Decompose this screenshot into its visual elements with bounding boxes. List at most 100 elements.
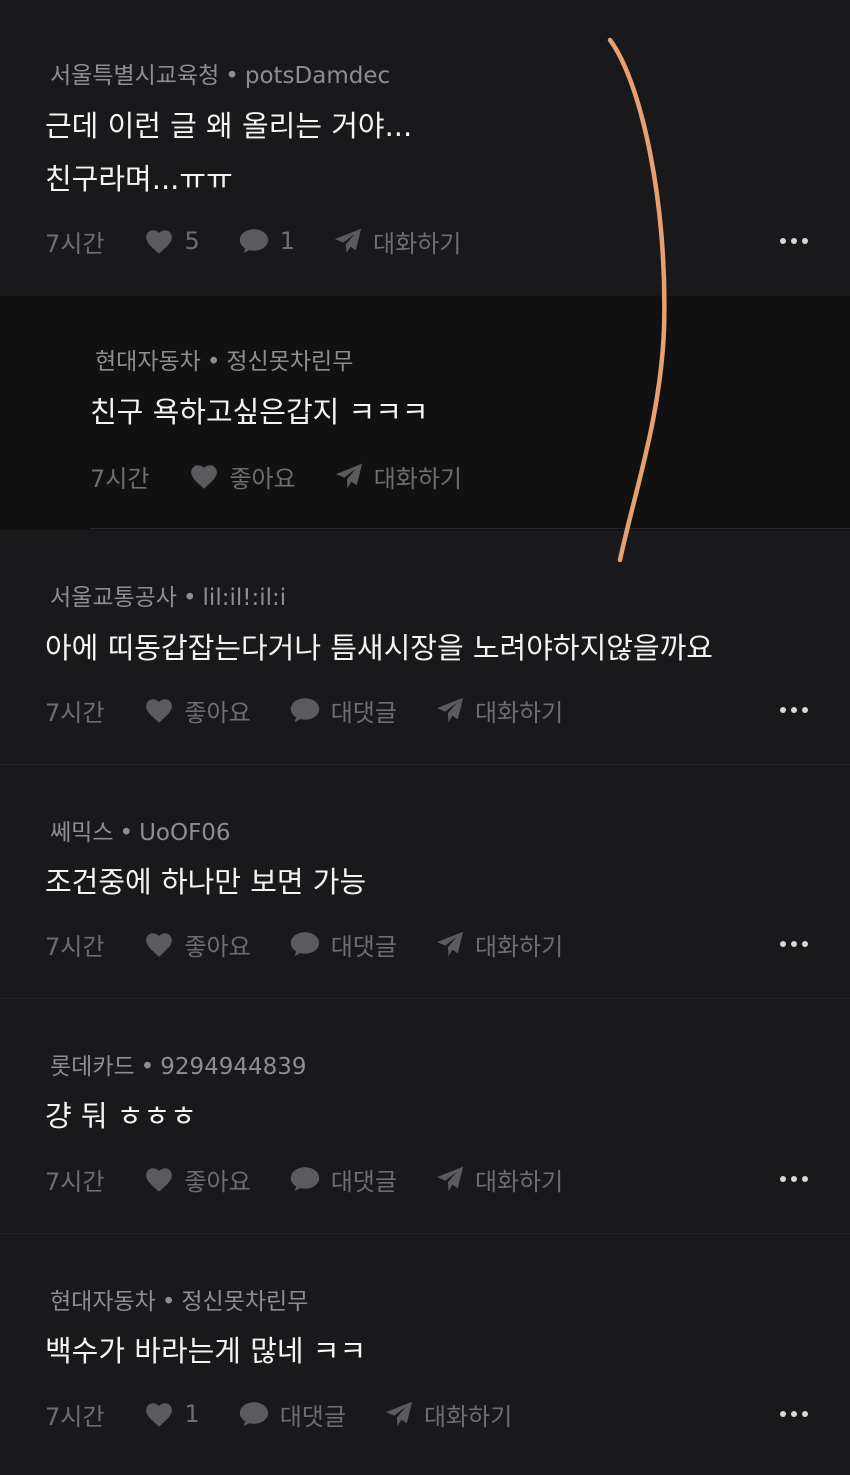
more-options-button[interactable]	[780, 221, 808, 261]
author-company: 서울교통공사	[50, 585, 177, 611]
comment-time: 7시간	[45, 1167, 105, 1196]
more-options-button[interactable]	[780, 690, 808, 730]
reply-count: 대댓글	[330, 698, 397, 727]
comment-card: 쎄믹스 • UoOF06 조건중에 하나만 보면 가능 7시간 좋아요 대댓글 대화…	[0, 765, 850, 998]
more-dot	[780, 941, 786, 947]
author-company: 쎄믹스	[50, 820, 114, 846]
reply-count: 대댓글	[330, 1167, 397, 1196]
author-nickname: potsDamdec	[244, 63, 391, 89]
separator-dot: •	[140, 1054, 155, 1080]
like-button[interactable]: 5	[144, 227, 200, 255]
send-icon	[436, 697, 464, 723]
chat-button[interactable]: 대화하기	[435, 927, 563, 962]
reply-divider	[90, 528, 850, 529]
heart-icon	[146, 1402, 173, 1427]
more-dot	[791, 238, 797, 244]
reply-button[interactable]: 대댓글	[289, 927, 397, 962]
chat-label: 대화하기	[373, 229, 462, 258]
comment-actions: 7시간 좋아요 대댓글 대화하기	[45, 924, 601, 964]
heart-icon	[146, 698, 173, 723]
chat-label: 대화하기	[474, 1167, 564, 1196]
chat-button[interactable]: 대화하기	[435, 1162, 563, 1197]
like-count: 좋아요	[184, 698, 251, 727]
comment-text-line: 근데 이런 글 왜 올리는 거야...	[45, 109, 413, 143]
separator-dot: •	[182, 585, 197, 611]
comment-actions: 7시간 좋아요 대화하기	[90, 456, 500, 496]
speech-bubble-icon	[239, 229, 268, 254]
send-icon	[385, 1401, 413, 1427]
chat-button[interactable]: 대화하기	[435, 693, 563, 728]
comment-actions: 7시간 좋아요 대댓글 대화하기	[45, 1159, 601, 1199]
like-button[interactable]: 좋아요	[144, 1162, 251, 1197]
speech-bubble-icon	[239, 1402, 268, 1427]
like-button[interactable]: 좋아요	[189, 459, 296, 494]
more-dot	[791, 707, 797, 713]
author-company: 서울특별시교육청	[50, 63, 220, 89]
more-dot	[802, 1176, 808, 1182]
author-nickname: lil:il!:il:i	[202, 585, 287, 611]
reply-button[interactable]: 대댓글	[238, 1397, 346, 1432]
comment-author[interactable]: 현대자동차 • 정신못차린무	[50, 1282, 308, 1316]
like-count: 1	[184, 1400, 200, 1428]
reply-button[interactable]: 대댓글	[289, 1162, 397, 1197]
reply-button[interactable]: 대댓글	[289, 693, 397, 728]
comment-author[interactable]: 롯데카드 • 9294944839	[50, 1047, 307, 1081]
more-dot	[791, 1176, 797, 1182]
author-nickname: 정신못차린무	[226, 349, 354, 375]
more-dot	[780, 1176, 786, 1182]
more-options-button[interactable]	[780, 924, 808, 964]
send-icon	[436, 1166, 464, 1192]
separator-dot: •	[161, 1289, 176, 1315]
speech-bubble-icon	[290, 932, 319, 957]
send-icon	[335, 463, 362, 489]
like-count: 좋아요	[184, 932, 251, 961]
comment-card: 서울교통공사 • lil:il!:il:i 아에 띠동갑잡는다거나 틈새시장을 노려…	[0, 530, 850, 764]
comment-actions: 7시간 5 1 대화하기	[45, 221, 499, 261]
more-options-button[interactable]	[780, 1159, 808, 1199]
chat-button[interactable]: 대화하기	[334, 459, 462, 494]
more-dot	[802, 941, 808, 947]
send-icon	[436, 931, 464, 957]
more-dot	[791, 1411, 797, 1417]
reply-card: 현대자동차 • 정신못차린무 친구 욕하고싶은갑지 ㅋㅋㅋ 7시간 좋아요 대화하기	[0, 296, 850, 530]
chat-button[interactable]: 대화하기	[333, 224, 461, 259]
more-dot	[802, 238, 808, 244]
separator-dot: •	[225, 63, 239, 89]
comment-text-line: 아에 띠동갑잡는다거나 틈새시장을 노려야하지않을까요	[45, 631, 713, 665]
chat-label: 대화하기	[474, 698, 564, 727]
chat-label: 대화하기	[423, 1402, 513, 1431]
comment-author[interactable]: 쎄믹스 • UoOF06	[50, 813, 231, 847]
comment-author[interactable]: 현대자동차 • 정신못차린무	[95, 342, 353, 376]
comment-author[interactable]: 서울교통공사 • lil:il!:il:i	[50, 578, 286, 612]
reply-count: 1	[279, 227, 295, 255]
like-button[interactable]: 좋아요	[144, 693, 251, 728]
like-button[interactable]: 좋아요	[144, 927, 251, 962]
like-count: 5	[184, 227, 200, 255]
comment-card: 롯데카드 • 9294944839 걍 둬 ㅎㅎㅎ 7시간 좋아요 대댓글 대화하기	[0, 999, 850, 1233]
comment-actions: 7시간 1 대댓글 대화하기	[45, 1394, 550, 1434]
author-company: 롯데카드	[50, 1054, 135, 1080]
heart-icon	[146, 1167, 173, 1192]
more-dot	[780, 1411, 786, 1417]
more-dot	[791, 941, 797, 947]
comment-text-line: 걍 둬 ㅎㅎㅎ	[45, 1099, 197, 1133]
comment-time: 7시간	[45, 932, 105, 961]
author-company: 현대자동차	[50, 1289, 156, 1315]
comment-text-line: 조건중에 하나만 보면 가능	[45, 865, 367, 899]
more-dot	[802, 707, 808, 713]
chat-button[interactable]: 대화하기	[384, 1397, 512, 1432]
heart-icon	[146, 932, 173, 957]
chat-label: 대화하기	[474, 932, 564, 961]
like-count: 좋아요	[184, 1167, 251, 1196]
comment-card: 서울특별시교육청 • potsDamdec 근데 이런 글 왜 올리는 거야... …	[0, 0, 850, 296]
like-button[interactable]: 1	[144, 1400, 200, 1428]
comment-text-line: 친구라며...ㅠㅠ	[45, 162, 233, 196]
author-nickname: 9294944839	[160, 1054, 307, 1080]
comment-author[interactable]: 서울특별시교육청 • potsDamdec	[50, 56, 390, 90]
send-icon	[334, 228, 362, 254]
comment-card: 현대자동차 • 정신못차린무 백수가 바라는게 많네 ㅋㅋ 7시간 1 대댓글 대화…	[0, 1234, 850, 1475]
comment-time: 7시간	[45, 229, 105, 258]
reply-count: 대댓글	[330, 932, 397, 961]
reply-button[interactable]: 1	[238, 227, 295, 255]
more-options-button[interactable]	[780, 1394, 808, 1434]
